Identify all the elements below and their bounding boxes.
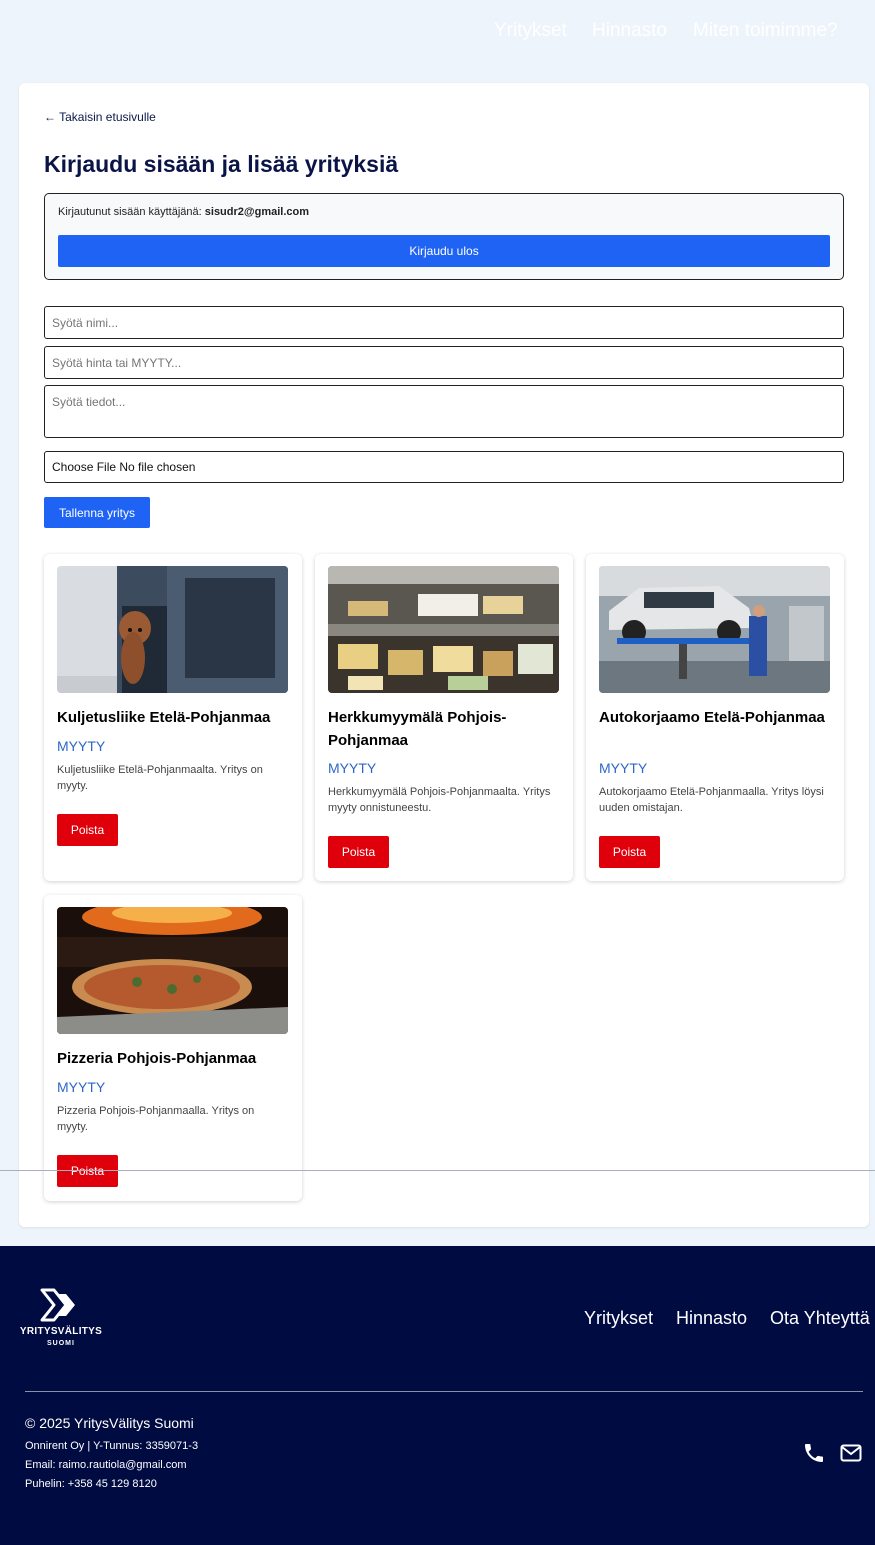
mail-icon[interactable]: [840, 1444, 862, 1462]
company-card: Kuljetusliike Etelä-Pohjanmaa MYYTY Kulj…: [44, 554, 302, 881]
card-description: Autokorjaamo Etelä-Pohjanmaalla. Yritys …: [599, 786, 824, 814]
name-input[interactable]: [44, 306, 844, 339]
footer-link-hinnasto[interactable]: Hinnasto: [676, 1308, 747, 1329]
footer: YRITYSVÄLITYS SUOMI Yritykset Hinnasto O…: [0, 1246, 875, 1545]
copyright: © 2025 YritysVälitys Suomi: [25, 1415, 194, 1431]
card-title: Pizzeria Pohjois-Pohjanmaa: [57, 1050, 257, 1067]
card-status: MYYTY: [599, 760, 648, 776]
login-info: Kirjautunut sisään käyttäjänä: sisudr2@g…: [58, 206, 309, 218]
file-input[interactable]: Choose File No file chosen: [44, 451, 844, 483]
delete-button[interactable]: Poista: [328, 836, 389, 868]
company-card: Autokorjaamo Etelä-Pohjanmaa MYYTY Autok…: [586, 554, 844, 881]
card-description: Kuljetusliike Etelä-Pohjanmaalta. Yritys…: [57, 764, 263, 792]
choose-file-button[interactable]: Choose File: [52, 460, 119, 474]
card-description: Pizzeria Pohjois-Pohjanmaalla. Yritys on…: [57, 1105, 255, 1133]
login-email: sisudr2@gmail.com: [204, 206, 310, 218]
main-panel: ← Takaisin etusivulle Kirjaudu sisään ja…: [19, 83, 869, 1227]
card-title: Herkkumyymälä Pohjois-Pohjanmaa: [328, 709, 507, 749]
login-info-label: Kirjautunut sisään käyttäjänä:: [58, 206, 205, 218]
card-description: Herkkumyymälä Pohjois-Pohjanmaalta. Yrit…: [328, 786, 551, 814]
info-textarea[interactable]: [44, 385, 844, 438]
card-title: Kuljetusliike Etelä-Pohjanmaa: [57, 709, 271, 726]
card-title: Autokorjaamo Etelä-Pohjanmaa: [599, 709, 825, 726]
logo-subtext: SUOMI: [47, 1340, 75, 1347]
footer-logo[interactable]: YRITYSVÄLITYS SUOMI: [19, 1288, 103, 1350]
nav-link-miten-toimimme[interactable]: Miten toimimme?: [693, 20, 838, 42]
company-info: Onnirent Oy | Y-Tunnus: 3359071-3: [25, 1440, 199, 1452]
page-title: Kirjaudu sisään ja lisää yrityksiä: [44, 151, 399, 177]
horizontal-rule: [0, 1170, 875, 1171]
card-status: MYYTY: [328, 760, 377, 776]
login-status-box: Kirjautunut sisään käyttäjänä: sisudr2@g…: [44, 193, 844, 280]
save-company-button[interactable]: Tallenna yritys: [44, 497, 150, 528]
footer-link-ota-yhteytta[interactable]: Ota Yhteyttä: [770, 1308, 870, 1329]
back-link[interactable]: ← Takaisin etusivulle: [44, 110, 156, 124]
card-image: [328, 566, 559, 693]
delete-button[interactable]: Poista: [57, 1155, 118, 1187]
nav-link-yritykset[interactable]: Yritykset: [494, 20, 567, 42]
logout-button[interactable]: Kirjaudu ulos: [58, 235, 830, 267]
card-status: MYYTY: [57, 738, 106, 754]
delete-button[interactable]: Poista: [599, 836, 660, 868]
delete-button[interactable]: Poista: [57, 814, 118, 846]
card-status: MYYTY: [57, 1079, 106, 1095]
nav-link-hinnasto[interactable]: Hinnasto: [592, 20, 667, 42]
file-status: No file chosen: [119, 460, 196, 474]
contact-email: Email: raimo.rautiola@gmail.com: [25, 1459, 187, 1471]
footer-divider: [25, 1391, 863, 1392]
logo-text: YRITYSVÄLITYS: [19, 1326, 103, 1337]
footer-link-yritykset[interactable]: Yritykset: [584, 1308, 653, 1329]
card-image: [57, 566, 288, 693]
company-card: Herkkumyymälä Pohjois-Pohjanmaa MYYTY He…: [315, 554, 573, 881]
chevron-logo-icon: [40, 1288, 75, 1322]
price-input[interactable]: [44, 346, 844, 379]
card-image: [57, 907, 288, 1034]
company-card: Pizzeria Pohjois-Pohjanmaa MYYTY Pizzeri…: [44, 895, 302, 1201]
contact-phone: Puhelin: +358 45 129 8120: [25, 1478, 157, 1490]
top-nav: Yritykset Hinnasto Miten toimimme?: [0, 0, 875, 64]
card-image: [599, 566, 830, 693]
phone-icon[interactable]: [802, 1441, 826, 1465]
